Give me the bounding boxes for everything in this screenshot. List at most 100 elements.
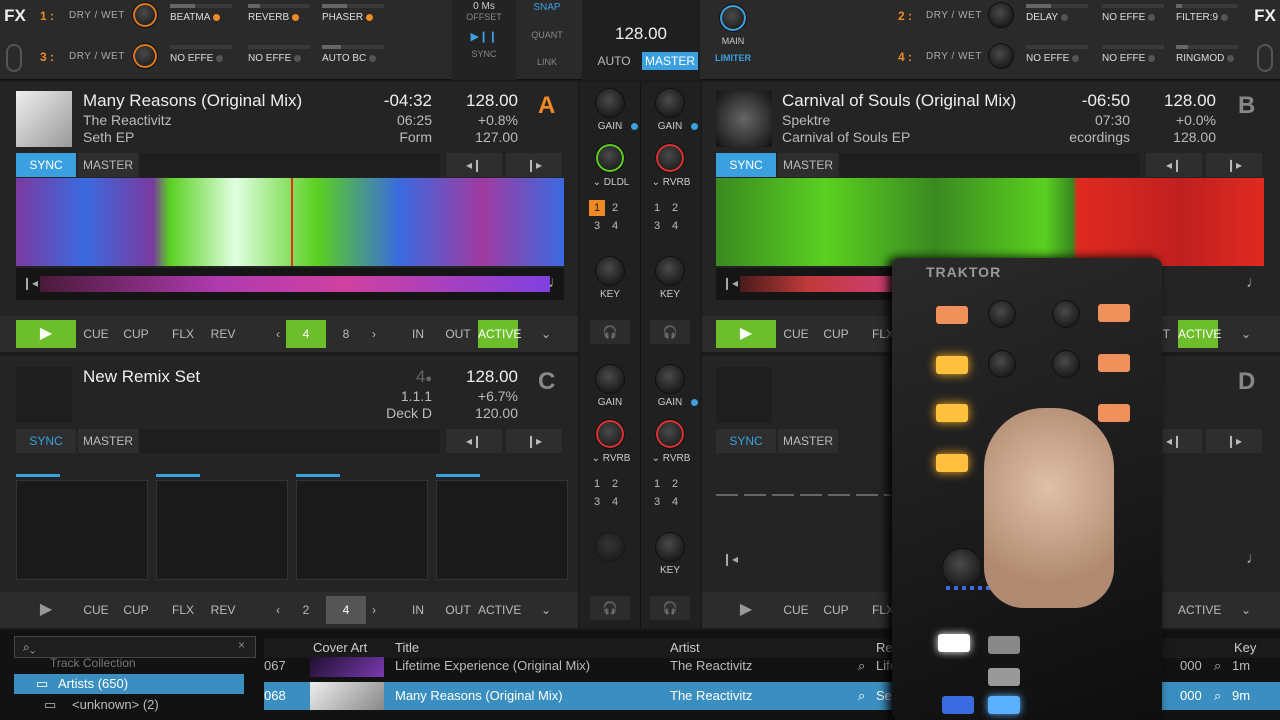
deck-a-loop-size-b[interactable]: 8 — [326, 320, 366, 348]
ch-c-gain-knob[interactable] — [595, 364, 625, 394]
deck-c-cue-button[interactable]: CUE — [80, 598, 112, 622]
fx-assign-4[interactable]: 4 — [607, 218, 623, 234]
deck-c-loop-prev-icon[interactable]: ‹ — [270, 598, 286, 622]
deck-a-bpm[interactable]: 128.00 — [440, 91, 518, 111]
deck-c-loop-size-a[interactable]: 2 — [286, 596, 326, 624]
fx-off-icon[interactable] — [369, 54, 377, 62]
fx-assign-2[interactable]: 2 — [607, 476, 623, 492]
deck-a-active-button[interactable]: ACTIVE — [478, 320, 521, 348]
ch-a-fx-assign[interactable]: 1 23 4 — [588, 199, 628, 235]
fx-assign-1[interactable]: 1 — [649, 200, 665, 216]
deck-c-beatjump-forward-icon[interactable]: ❙▸ — [506, 429, 562, 453]
main-volume-knob[interactable] — [719, 4, 747, 32]
deck-c-letter[interactable]: C — [538, 368, 555, 396]
deck-a-stripe-note-icon[interactable]: ♩ — [548, 274, 564, 292]
fx-unit4-slot2[interactable]: NO EFFE — [1102, 45, 1164, 64]
deck-c-out-button[interactable]: OUT — [440, 598, 476, 622]
deck-b-stripe-start-icon[interactable]: ❙◂ — [722, 276, 738, 290]
ch-a-fx-knob[interactable] — [595, 143, 625, 173]
master-clock-button[interactable]: MASTER — [642, 52, 698, 70]
fx-assign-3[interactable]: 3 — [649, 494, 665, 510]
ch-d-fx-knob[interactable] — [655, 419, 685, 449]
deck-c-play-icon[interactable]: ▶ — [16, 596, 76, 624]
deck-c-active-button[interactable]: ACTIVE — [478, 598, 521, 622]
limiter-label[interactable]: LIMITER — [704, 53, 762, 63]
deck-b-beatjump-forward-icon[interactable]: ❙▸ — [1206, 153, 1262, 177]
fx-assign-3[interactable]: 3 — [589, 218, 605, 234]
deck-b-sync-button[interactable]: SYNC — [716, 153, 776, 177]
fx-unit1-slot3[interactable]: PHASER — [322, 4, 384, 23]
fx-assign-1[interactable]: 1 — [589, 476, 605, 492]
fx-left-label[interactable]: FX — [0, 6, 30, 26]
deck-c-rev-button[interactable]: REV — [206, 598, 240, 622]
fx-assign-2[interactable]: 2 — [607, 200, 623, 216]
deck-b-active-button[interactable]: ACTIVE — [1178, 320, 1221, 348]
fx-off-icon[interactable] — [1221, 13, 1229, 21]
deck-b-cue-button[interactable]: CUE — [780, 322, 812, 346]
tree-artists-row[interactable]: ▭ Artists (650) — [14, 674, 244, 694]
deck-d-play-icon[interactable]: ▶ — [716, 596, 776, 624]
fx-assign-4[interactable]: 4 — [667, 494, 683, 510]
auto-button[interactable]: AUTO — [586, 52, 642, 70]
deck-a-cue-button[interactable]: CUE — [80, 322, 112, 346]
deck-b-play-icon[interactable]: ▶ — [716, 320, 776, 348]
fx-on-icon[interactable] — [366, 13, 374, 21]
ch-d-headphone-icon[interactable]: 🎧 — [650, 596, 690, 620]
fx-assign-1[interactable]: 1 — [589, 200, 605, 216]
remix-slot-1[interactable] — [16, 480, 148, 580]
deck-a-expand-icon[interactable]: ⌄ — [536, 322, 556, 346]
ch-a-gain-knob[interactable] — [595, 88, 625, 118]
fx-assign-1[interactable]: 1 — [649, 476, 665, 492]
deck-a-loop-size-a[interactable]: 4 — [286, 320, 326, 348]
ch-c-headphone-icon[interactable]: 🎧 — [590, 596, 630, 620]
deck-d-beatjump-forward-icon[interactable]: ❙▸ — [1206, 429, 1262, 453]
ch-b-fx-assign[interactable]: 1 23 4 — [648, 199, 688, 235]
remix-slot-4[interactable] — [436, 480, 568, 580]
search-icon[interactable]: ⌕ — [1214, 688, 1221, 704]
deck-d-cup-button[interactable]: CUP — [818, 598, 854, 622]
fx-unit2-slot3[interactable]: FILTER:9 — [1176, 4, 1238, 23]
deck-c-flx-button[interactable]: FLX — [166, 598, 200, 622]
fx-unit3-slot1[interactable]: NO EFFE — [170, 45, 232, 64]
search-icon[interactable]: ⌕ — [858, 658, 865, 674]
fx-unit1-slot1[interactable]: BEATMA — [170, 4, 232, 23]
fx-assign-4[interactable]: 4 — [607, 494, 623, 510]
fx-assign-4[interactable]: 4 — [667, 218, 683, 234]
deck-c-loop-size-b[interactable]: 4 — [326, 596, 366, 624]
ch-c-key-knob[interactable] — [595, 532, 625, 562]
deck-d-sync-button[interactable]: SYNC — [716, 429, 776, 453]
link-button[interactable]: LINK — [519, 57, 575, 67]
fx-on-icon[interactable] — [292, 13, 300, 21]
deck-c-in-button[interactable]: IN — [400, 598, 436, 622]
deck-b-bpm[interactable]: 128.00 — [1138, 91, 1216, 111]
fx-off-icon[interactable] — [1148, 13, 1156, 21]
deck-b-cup-button[interactable]: CUP — [818, 322, 854, 346]
deck-a-stripe[interactable] — [16, 268, 564, 300]
fx-off-icon[interactable] — [1148, 54, 1156, 62]
fx-off-icon[interactable] — [216, 54, 224, 62]
deck-c-expand-icon[interactable]: ⌄ — [536, 598, 556, 622]
deck-a-loop-prev-icon[interactable]: ‹ — [270, 322, 286, 346]
deck-c-bpm[interactable]: 128.00 — [440, 367, 518, 387]
fx-unit3-slot2[interactable]: NO EFFE — [248, 45, 310, 64]
tree-track-collection[interactable]: Track Collection — [50, 658, 136, 668]
fx-unit4-drywet-knob[interactable] — [988, 43, 1014, 69]
deck-a-play-icon[interactable]: ▶ — [16, 320, 76, 348]
fx-unit2-slot2[interactable]: NO EFFE — [1102, 4, 1164, 23]
ch-d-fx-assign[interactable]: 1 23 4 — [648, 475, 688, 511]
deck-b-expand-icon[interactable]: ⌄ — [1236, 322, 1256, 346]
deck-b-letter[interactable]: B — [1238, 92, 1255, 120]
fx-unit2-drywet-knob[interactable] — [988, 2, 1014, 28]
fx-off-icon[interactable] — [1227, 54, 1235, 62]
fx-off-icon[interactable] — [294, 54, 302, 62]
remix-slot-2[interactable] — [156, 480, 288, 580]
deck-b-beatjump-back-icon[interactable]: ◂❙ — [1146, 153, 1202, 177]
deck-a-letter[interactable]: A — [538, 92, 555, 120]
ch-d-gain-knob[interactable] — [655, 364, 685, 394]
ch-b-fx-knob[interactable] — [655, 143, 685, 173]
deck-d-master-button[interactable]: MASTER — [778, 429, 838, 453]
fx-left-toggle-icon[interactable] — [6, 44, 22, 72]
fx-assign-3[interactable]: 3 — [589, 494, 605, 510]
remix-slot-3[interactable] — [296, 480, 428, 580]
fx-assign-2[interactable]: 2 — [667, 200, 683, 216]
